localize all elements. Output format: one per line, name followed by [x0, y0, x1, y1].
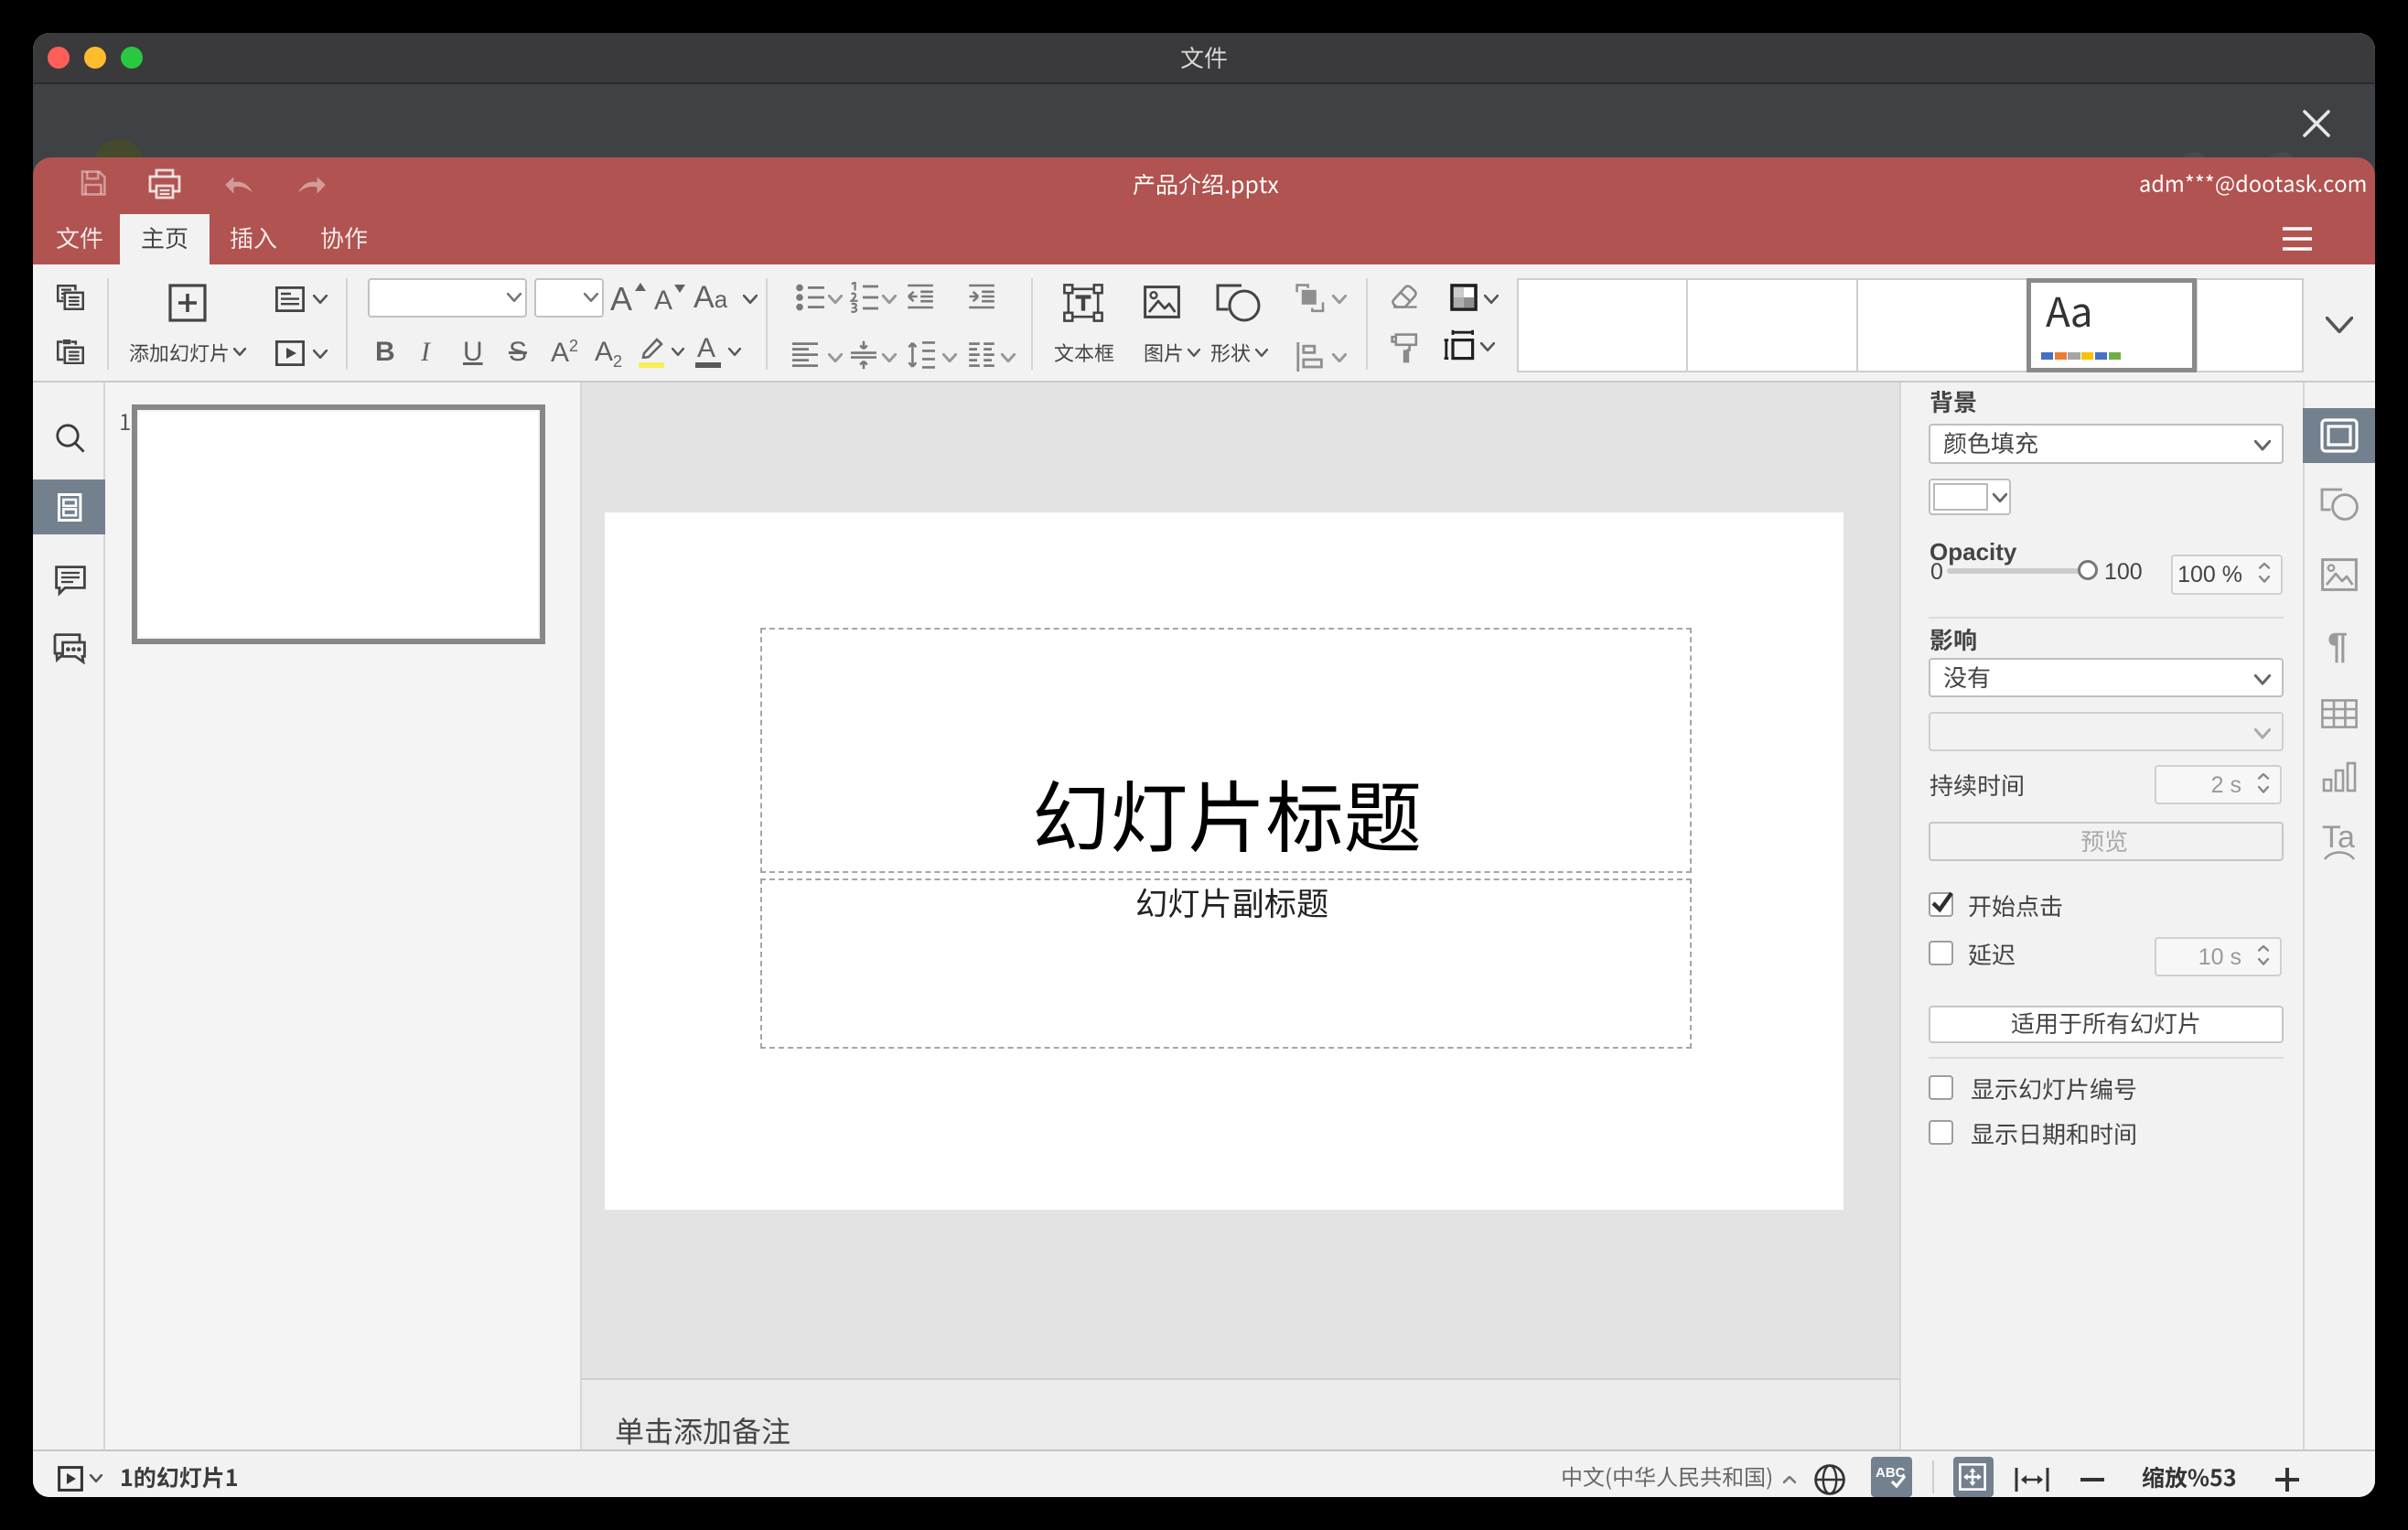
svg-text:ABC: ABC: [1876, 1465, 1906, 1481]
